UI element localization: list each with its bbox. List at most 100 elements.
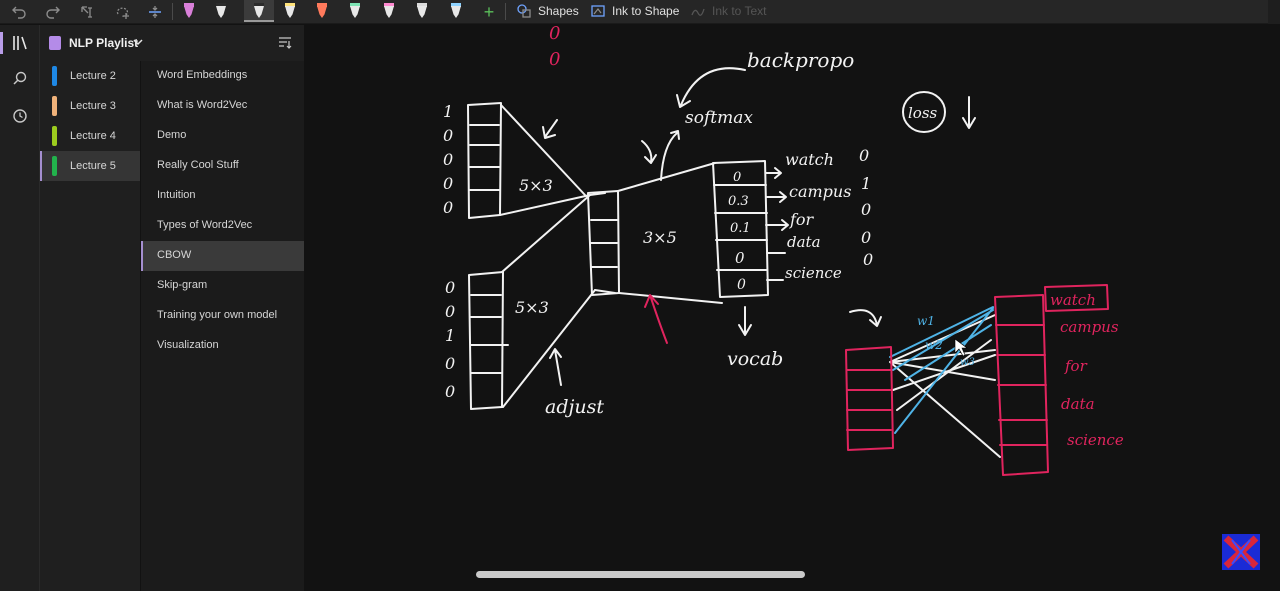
page-label: Skip-gram: [157, 279, 208, 291]
target-value: 0: [859, 146, 869, 165]
handwriting-white: 1 0 0 0 0 0 0 1 0 0 5×3 5×3 3×5 softmax …: [443, 48, 938, 418]
shapes-label: Shapes: [538, 4, 579, 18]
input1-digit: 0: [443, 174, 453, 193]
top-zero: 0: [549, 25, 560, 44]
chevron-down-icon[interactable]: [132, 35, 144, 53]
weights-top-label: 5×3: [519, 176, 553, 195]
section-item-lecture-4[interactable]: Lecture 4: [40, 121, 140, 151]
add-pen-icon[interactable]: +: [478, 2, 500, 22]
pen-yellow-icon[interactable]: [282, 0, 298, 22]
section-item-lecture-5[interactable]: Lecture 5: [40, 151, 140, 181]
shapes-button[interactable]: Shapes: [516, 1, 579, 21]
page-label: Word Embeddings: [157, 69, 248, 81]
backprop-label: backpropo: [747, 48, 854, 72]
output-value: 0: [737, 277, 746, 293]
section-item-lecture-3[interactable]: Lecture 3: [40, 91, 140, 121]
input-vector-bottom: [468, 271, 504, 410]
pen-orange-icon[interactable]: [314, 0, 330, 22]
horizontal-scrollbar[interactable]: [476, 571, 805, 578]
page-item[interactable]: Really Cool Stuff: [141, 151, 304, 181]
notebook-header[interactable]: NLP Playlist: [40, 25, 304, 61]
ink-to-shape-icon: [591, 5, 605, 17]
ink-to-text-button[interactable]: Ink to Text: [690, 1, 766, 21]
page-item[interactable]: Visualization: [141, 331, 304, 361]
weight-label: w1: [917, 314, 935, 328]
section-label: Lecture 2: [70, 70, 116, 82]
output-word: data: [787, 233, 821, 251]
shapes-icon: [517, 4, 531, 18]
pen-white2-icon[interactable]: [414, 0, 430, 22]
weight-label: w3: [960, 357, 975, 368]
ink-canvas[interactable]: 1 0 0 0 0 0 0 1 0 0 5×3 5×3 3×5 softmax …: [305, 25, 1280, 591]
right-word: for: [1064, 357, 1088, 375]
section-color-tab: [52, 126, 57, 146]
output-value: 0.3: [728, 194, 749, 209]
output-word: science: [785, 264, 842, 282]
type-select-icon[interactable]: [77, 2, 99, 22]
page-label: Intuition: [157, 189, 196, 201]
pen-pink-icon[interactable]: [381, 0, 397, 22]
page-item[interactable]: What is Word2Vec: [141, 91, 304, 121]
page-label: What is Word2Vec: [157, 99, 248, 111]
pen-white-icon[interactable]: [213, 0, 229, 22]
input1-digit: 0: [443, 150, 453, 169]
sort-icon[interactable]: [278, 35, 292, 54]
notebooks-icon[interactable]: [0, 28, 35, 58]
input2-digit: 0: [445, 382, 455, 401]
page-label: Demo: [157, 129, 187, 141]
page-label: Visualization: [157, 339, 219, 351]
page-item[interactable]: Skip-gram: [141, 271, 304, 301]
softmax-label: softmax: [685, 108, 753, 128]
ink-to-shape-button[interactable]: Ink to Shape: [590, 1, 679, 21]
adjust-label: adjust: [545, 396, 604, 418]
page-item[interactable]: Word Embeddings: [141, 61, 304, 91]
section-color-tab: [52, 156, 57, 176]
input-vector-top: [467, 102, 502, 219]
ink-to-text-icon: [691, 8, 705, 16]
input1-digit: 0: [443, 126, 453, 145]
undo-icon[interactable]: [8, 2, 30, 22]
section-label: Lecture 4: [70, 130, 116, 142]
lasso-select-icon[interactable]: [111, 2, 133, 22]
loss-label: loss: [908, 104, 938, 122]
right-word: science: [1067, 431, 1124, 449]
recent-clock-icon[interactable]: [5, 101, 35, 131]
page-item-selected[interactable]: CBOW: [141, 241, 304, 271]
target-value: 0: [861, 228, 871, 247]
search-icon[interactable]: [5, 63, 35, 93]
input1-digit: 1: [443, 102, 453, 121]
notebook-title: NLP Playlist: [69, 36, 139, 50]
page-item[interactable]: Demo: [141, 121, 304, 151]
cbow-sketch: 1 0 0 0 0 0 0 1 0 0 5×3 5×3 3×5 softmax …: [443, 25, 1124, 476]
hidden-output-label: 3×5: [643, 228, 677, 247]
target-value: 0: [863, 250, 873, 269]
section-color-tab: [52, 96, 57, 116]
target-value: 0: [861, 200, 871, 219]
pen-green-icon[interactable]: [347, 0, 363, 22]
section-item-lecture-2[interactable]: Lecture 2: [40, 61, 140, 91]
output-value: 0: [735, 249, 745, 267]
right-word: watch: [1050, 291, 1096, 309]
redo-icon[interactable]: [42, 2, 64, 22]
page-item[interactable]: Training your own model: [141, 301, 304, 331]
highlighter-pen-icon[interactable]: [181, 0, 197, 22]
toolbar-overflow: [1268, 0, 1280, 24]
sections-list: Lecture 2 Lecture 3 Lecture 4 Lecture 5: [40, 61, 140, 591]
page-item[interactable]: Intuition: [141, 181, 304, 211]
top-zero: 0: [549, 49, 560, 70]
input2-digit: 0: [445, 354, 455, 373]
add-space-icon[interactable]: [144, 2, 166, 22]
page-item[interactable]: Types of Word2Vec: [141, 211, 304, 241]
pages-list: Word Embeddings What is Word2Vec Demo Re…: [141, 61, 304, 591]
output-value: 0.1: [730, 221, 751, 236]
pen-selected-icon[interactable]: [244, 0, 274, 22]
input2-digit: 0: [445, 302, 455, 321]
right-word: campus: [1060, 318, 1119, 336]
pen-blue-icon[interactable]: [448, 0, 464, 22]
right-word: data: [1061, 395, 1095, 413]
ribbon-toolbar: + Shapes Ink to Shape Ink to Text: [0, 0, 1280, 24]
input2-digit: 0: [445, 278, 455, 297]
watermark-logo: [1222, 534, 1260, 570]
section-color-tab: [52, 66, 57, 86]
page-label: Really Cool Stuff: [157, 159, 239, 171]
